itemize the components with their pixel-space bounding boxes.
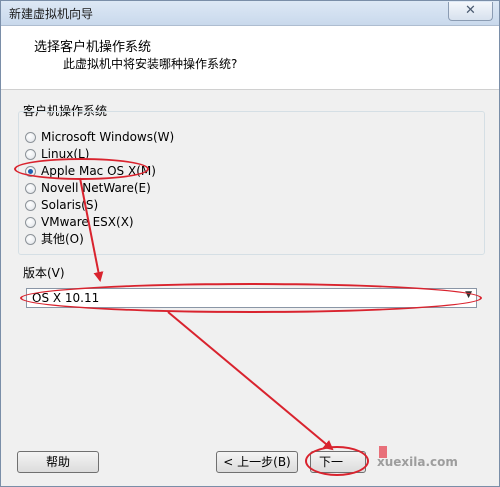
watermark-url: xuexila.com — [377, 455, 458, 469]
arrow-to-next — [167, 311, 334, 451]
arrow-to-version — [79, 177, 104, 282]
annotation-arrows — [79, 177, 334, 451]
